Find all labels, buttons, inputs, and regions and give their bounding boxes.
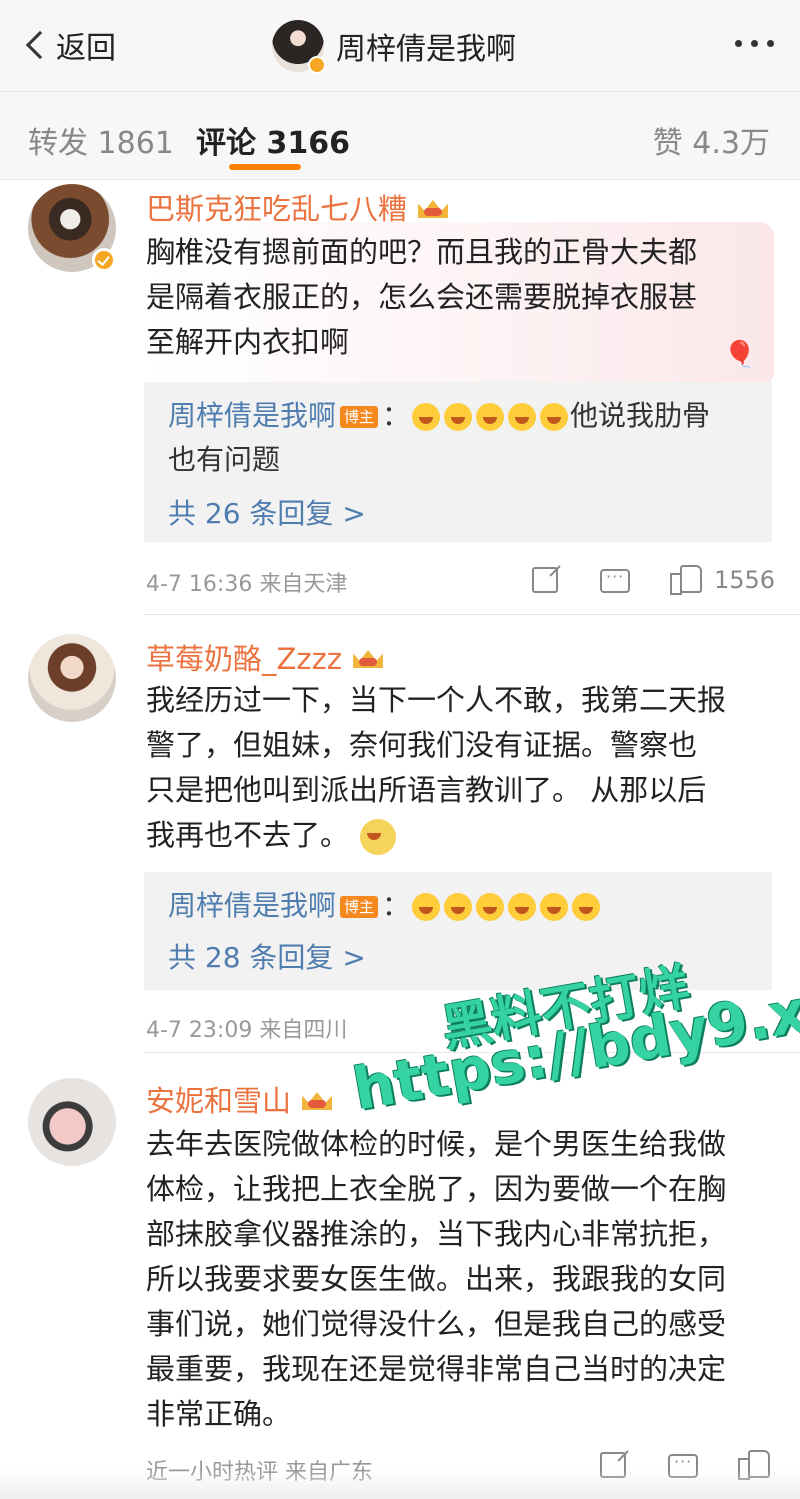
verified-badge-icon: [308, 56, 326, 74]
tab-bar: 转发 1861 评论 3166 赞 4.3万: [0, 92, 800, 180]
avatar[interactable]: [28, 634, 116, 722]
tab-reposts[interactable]: 转发 1861: [28, 118, 174, 162]
page-title: 周梓倩是我啊: [336, 32, 516, 67]
laugh-cry-emoji-icon: [572, 893, 601, 921]
comment-item: 草莓奶酪_Zzzz 我经历过一下，当下一个人不敢，我第二天报 警了，但姐妹，奈何…: [0, 630, 800, 1053]
comment-line: 非常正确。: [146, 1397, 292, 1431]
comment-line: 我经历过一下，当下一个人不敢，我第二天报: [146, 683, 727, 717]
comment-line: 最重要，我现在还是觉得非常自己当时的决定: [146, 1352, 727, 1386]
active-tab-indicator: [229, 164, 301, 170]
reply-author[interactable]: 周梓倩是我啊: [168, 399, 336, 432]
comment-username[interactable]: 草莓奶酪_Zzzz: [146, 636, 386, 678]
smile-emoji-icon: [360, 819, 397, 855]
comment-line: 至解开内衣扣啊: [146, 325, 350, 359]
nav-user[interactable]: 周梓倩是我啊: [272, 20, 516, 74]
top-nav-bar: 返回 周梓倩是我啊: [0, 0, 800, 92]
comment-line: 我再也不去了。: [146, 813, 776, 858]
comment-line: 只是把他叫到派出所语言教训了。 从那以后: [146, 773, 707, 807]
comment-item: 巴斯克狂吃乱七八糟 🎈 胸椎没有摁前面的吧？而且我的正骨大夫都 是隔着衣服正的，…: [0, 180, 800, 620]
comment-meta: 4-7 23:09 来自四川: [146, 1018, 348, 1043]
crying-emoji-icon: [444, 403, 473, 431]
like-count: 1556: [714, 566, 776, 594]
comment-text: 胸椎没有摁前面的吧？而且我的正骨大夫都 是隔着衣服正的，怎么会还需要脱掉衣服甚 …: [146, 230, 776, 365]
laugh-cry-emoji-icon: [540, 893, 569, 921]
view-more-replies-link[interactable]: 共 28 条回复 >: [168, 936, 366, 976]
laugh-cry-emoji-icon: [444, 893, 473, 921]
comment-line: 是隔着衣服正的，怎么会还需要脱掉衣服甚: [146, 280, 698, 314]
comment-text: 去年去医院做体检的时候，是个男医生给我做 体检，让我把上衣全脱了，因为要做一个在…: [146, 1122, 776, 1437]
comment-item: 安妮和雪山 去年去医院做体检的时候，是个男医生给我做 体检，让我把上衣全脱了，因…: [0, 1072, 800, 1492]
comment-text: 我经历过一下，当下一个人不敢，我第二天报 警了，但姐妹，奈何我们没有证据。警察也…: [146, 678, 776, 858]
chevron-left-icon: [25, 30, 55, 60]
reply-body-line2: 也有问题: [168, 443, 281, 476]
verified-badge-icon: [92, 248, 116, 272]
comment-line: 事们说，她们觉得没什么，但是我自己的感受: [146, 1307, 727, 1341]
crying-emoji-icon: [476, 403, 505, 431]
divider: [144, 1052, 800, 1053]
avatar[interactable]: [28, 1078, 116, 1166]
reply-body: 他说我肋骨: [570, 399, 711, 432]
username-text: 草莓奶酪_Zzzz: [146, 642, 343, 676]
divider: [144, 614, 800, 615]
tab-likes[interactable]: 赞 4.3万: [653, 118, 770, 162]
comment-line: 警了，但姐妹，奈何我们没有证据。警察也: [146, 728, 698, 762]
view-more-replies-link[interactable]: 共 26 条回复 >: [168, 492, 366, 532]
back-label: 返回: [56, 31, 116, 66]
crown-icon: [350, 642, 386, 672]
crown-icon: [299, 1084, 335, 1114]
avatar[interactable]: [272, 20, 326, 74]
comment-line: 胸椎没有摁前面的吧？而且我的正骨大夫都: [146, 235, 698, 269]
comment-username[interactable]: 安妮和雪山: [146, 1078, 335, 1120]
comment-line: 所以我要求要女医生做。出来，我跟我的女同: [146, 1262, 727, 1296]
comment-line: 去年去医院做体检的时候，是个男医生给我做: [146, 1127, 727, 1161]
laugh-cry-emoji-icon: [476, 893, 505, 921]
reply-author[interactable]: 周梓倩是我啊: [168, 889, 336, 922]
host-tag-badge: 博主: [340, 406, 379, 428]
comment-line: 体检，让我把上衣全脱了，因为要做一个在胸: [146, 1172, 727, 1206]
more-options-icon[interactable]: [735, 40, 774, 47]
comment-meta: 4-7 16:36 来自天津: [146, 572, 348, 597]
crown-icon: [415, 192, 451, 222]
like-icon[interactable]: [670, 563, 702, 595]
username-text: 安妮和雪山: [146, 1084, 292, 1118]
comment-line-text: 我再也不去了。: [146, 818, 350, 852]
back-button[interactable]: 返回: [22, 22, 116, 68]
reply-preview-box[interactable]: 周梓倩是我啊 博主： 共 28 条回复 >: [144, 872, 772, 990]
laugh-cry-emoji-icon: [508, 893, 537, 921]
crying-emoji-icon: [412, 403, 441, 431]
bottom-fade: [0, 1470, 800, 1499]
comment-icon[interactable]: [600, 567, 630, 593]
reply-preview-box[interactable]: 周梓倩是我啊 博主：他说我肋骨 也有问题 共 26 条回复 >: [144, 382, 772, 542]
crying-emoji-icon: [508, 403, 537, 431]
tab-comments[interactable]: 评论 3166: [196, 118, 350, 162]
crying-emoji-icon: [540, 403, 569, 431]
reply-text: 周梓倩是我啊 博主：他说我肋骨 也有问题: [168, 394, 758, 482]
laugh-cry-emoji-icon: [412, 893, 441, 921]
reply-text: 周梓倩是我啊 博主：: [168, 884, 758, 928]
comment-line: 部抹胶拿仪器推涂的，当下我内心非常抗拒，: [146, 1217, 727, 1251]
share-icon[interactable]: [532, 567, 558, 593]
host-tag-badge: 博主: [340, 896, 379, 918]
